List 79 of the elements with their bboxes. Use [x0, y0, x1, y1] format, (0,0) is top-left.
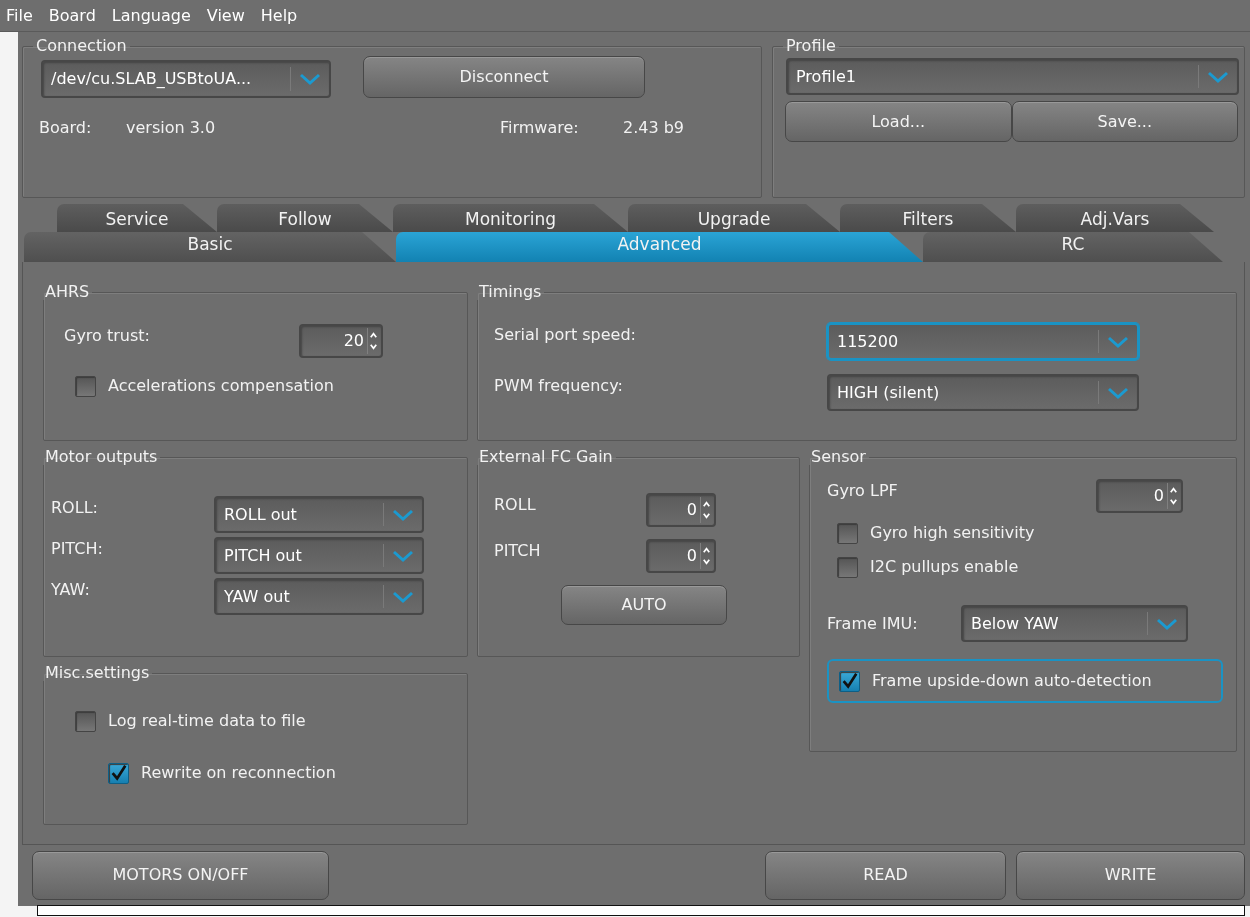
spin-arrows-icon [700, 543, 712, 569]
checkbox-label[interactable]: Frame upside-down auto-detection [872, 669, 1152, 693]
chevron-down-icon [1107, 385, 1129, 400]
chevron-down-icon [1156, 616, 1178, 631]
button[interactable]: WRITE [1016, 850, 1245, 900]
button[interactable]: Disconnect [363, 56, 645, 98]
spin-arrows-icon [700, 497, 712, 523]
menu-item[interactable]: File [4, 3, 43, 28]
chevron-down-icon [1207, 69, 1229, 84]
field-label: Gyro trust: [64, 325, 151, 347]
checkbox[interactable] [837, 522, 858, 544]
checkbox[interactable] [75, 375, 96, 397]
checkbox-label[interactable]: I2C pullups enable [870, 555, 1019, 579]
tab[interactable]: Service [57, 204, 217, 232]
field-value: 2.43 b9 [623, 117, 685, 139]
section-title: Motor outputs [44, 449, 159, 465]
checkbox-label[interactable]: Rewrite on reconnection [141, 761, 336, 785]
field-label: Frame IMU: [827, 612, 919, 635]
button[interactable]: Save... [1011, 101, 1238, 142]
dropdown[interactable]: /dev/cu.SLAB_USBtoUA... [41, 60, 331, 98]
dropdown[interactable]: Profile1 [786, 58, 1239, 95]
field-value: version 3.0 [126, 117, 217, 139]
tab[interactable]: Upgrade [628, 204, 840, 232]
menu-item[interactable]: View [204, 3, 255, 28]
button[interactable]: AUTO [561, 585, 727, 625]
tab[interactable]: Advanced [396, 232, 923, 262]
dropdown[interactable]: 115200 [827, 323, 1139, 360]
menu-item[interactable]: Help [258, 3, 308, 28]
field-label: Gyro LPF [827, 480, 899, 502]
section-title: Connection [35, 38, 128, 54]
chevron-down-icon [392, 548, 414, 563]
button[interactable]: MOTORS ON/OFF [32, 850, 329, 900]
tab[interactable]: Basic [24, 232, 396, 262]
field-label: PITCH [494, 540, 542, 562]
section-title: Profile [785, 38, 837, 54]
number-field[interactable]: 0 [1096, 479, 1183, 513]
button[interactable]: Load... [785, 101, 1012, 142]
number-field[interactable]: 0 [646, 539, 716, 573]
spin-arrows-icon [1167, 483, 1179, 509]
dropdown[interactable]: ROLL out [214, 496, 424, 533]
number-field[interactable]: 0 [646, 493, 716, 527]
field-label: PITCH: [51, 538, 104, 560]
checkbox[interactable] [839, 670, 860, 692]
checkbox[interactable] [837, 556, 858, 578]
dropdown[interactable]: HIGH (silent) [827, 374, 1139, 411]
field-label: Serial port speed: [494, 324, 637, 346]
dropdown[interactable]: YAW out [214, 578, 424, 615]
chevron-down-icon [1107, 334, 1129, 349]
section-title: AHRS [44, 284, 91, 300]
button[interactable]: READ [765, 850, 1006, 900]
field-label: ROLL [494, 494, 537, 516]
checkbox[interactable] [108, 762, 129, 784]
chevron-down-icon [299, 72, 321, 86]
section-title: External FC Gain [478, 449, 614, 465]
checkbox[interactable] [75, 710, 96, 732]
section-title: Timings [478, 284, 543, 300]
tab[interactable]: Follow [217, 204, 393, 232]
chevron-down-icon [392, 507, 414, 522]
field-label: Firmware: [500, 117, 580, 139]
section-title: Sensor [810, 449, 867, 465]
tab[interactable]: Filters [840, 204, 1016, 232]
checkbox-label[interactable]: Log real-time data to file [108, 709, 306, 733]
checkbox-label[interactable]: Gyro high sensitivity [870, 521, 1035, 545]
field-label: PWM frequency: [494, 375, 624, 397]
tab[interactable]: Monitoring [393, 204, 628, 232]
dropdown[interactable]: PITCH out [214, 537, 424, 574]
field-label: YAW: [51, 579, 91, 601]
menu-item[interactable]: Language [109, 3, 201, 28]
spin-arrows-icon [367, 328, 379, 354]
number-field[interactable]: 20 [299, 324, 383, 358]
menu-item[interactable]: Board [46, 3, 106, 28]
chevron-down-icon [392, 589, 414, 604]
checkbox-label[interactable]: Accelerations compensation [108, 374, 343, 398]
tab[interactable]: RC [923, 232, 1223, 262]
field-label: ROLL: [51, 497, 99, 519]
tab[interactable]: Adj.Vars [1016, 204, 1214, 232]
field-label: Board: [39, 117, 93, 139]
section-title: Misc.settings [44, 665, 151, 681]
dropdown[interactable]: Below YAW [961, 605, 1188, 642]
